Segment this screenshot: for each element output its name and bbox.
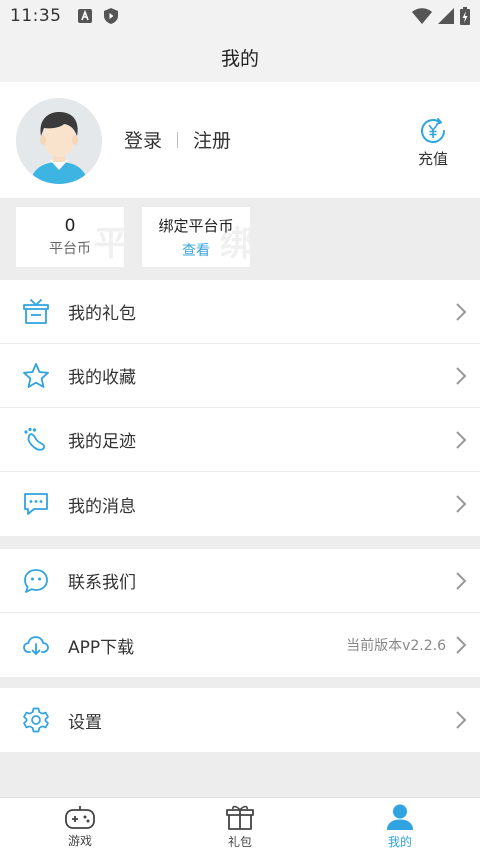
menu-item-contact[interactable]: 联系我们 xyxy=(0,549,480,613)
chevron-right-icon xyxy=(456,495,467,513)
status-bar: 11:35 xyxy=(0,0,480,32)
menu-item-app-download[interactable]: APP下载 当前版本v2.2.6 xyxy=(0,613,480,677)
tab-gifts[interactable]: 礼包 xyxy=(160,798,320,854)
message-bubble-icon xyxy=(24,493,48,515)
default-avatar-icon xyxy=(16,98,102,184)
watermark-decoration: 平 xyxy=(94,224,124,264)
gift-icon xyxy=(226,805,254,830)
menu-group-support: 联系我们 APP下载 当前版本v2.2.6 xyxy=(0,549,480,677)
battery-charging-icon xyxy=(460,7,470,25)
tab-label: 我的 xyxy=(387,834,412,849)
cloud-download-icon xyxy=(23,636,49,655)
bound-coin-card[interactable]: 绑 绑定平台币 查看 xyxy=(142,207,250,267)
menu-item-messages[interactable]: 我的消息 xyxy=(0,472,480,536)
tab-label: 游戏 xyxy=(67,833,92,848)
profile-card: 登录 注册 充值 xyxy=(0,82,480,198)
chevron-right-icon xyxy=(456,303,467,321)
wifi-icon xyxy=(412,8,432,24)
page-title: 我的 xyxy=(220,47,259,70)
page-header: 我的 xyxy=(0,32,480,82)
user-icon xyxy=(387,804,413,830)
platform-coin-value: 0 xyxy=(64,216,76,236)
chevron-right-icon xyxy=(456,636,467,654)
auth-links: 登录 注册 xyxy=(124,126,231,153)
tab-games[interactable]: 游戏 xyxy=(0,798,160,854)
chevron-right-icon xyxy=(456,572,467,590)
register-link[interactable]: 注册 xyxy=(193,126,231,153)
chat-bubble-icon xyxy=(24,569,48,593)
menu-item-settings[interactable]: 设置 xyxy=(0,688,480,752)
app-version-text: 当前版本v2.2.6 xyxy=(346,638,446,654)
menu-item-gift[interactable]: 我的礼包 xyxy=(0,280,480,344)
platform-coin-label: 平台币 xyxy=(49,241,91,257)
login-link[interactable]: 登录 xyxy=(124,126,162,153)
menu-item-favorites[interactable]: 我的收藏 xyxy=(0,344,480,408)
star-icon xyxy=(23,363,49,388)
menu-label: 我的收藏 xyxy=(68,368,136,388)
menu-label: 设置 xyxy=(68,712,102,733)
tab-label: 礼包 xyxy=(227,834,252,849)
menu-group-settings: 设置 xyxy=(0,688,480,752)
keyboard-a-icon xyxy=(77,9,92,23)
platform-coin-card[interactable]: 平 0 平台币 xyxy=(16,207,124,267)
chevron-right-icon xyxy=(456,431,467,449)
menu-group-personal: 我的礼包 我的收藏 我的足迹 我的消息 xyxy=(0,280,480,536)
recharge-label: 充值 xyxy=(417,150,448,168)
menu-label: APP下载 xyxy=(68,637,135,658)
chevron-right-icon xyxy=(456,711,467,729)
menu-label: 我的礼包 xyxy=(68,304,136,324)
recharge-button[interactable]: 充值 xyxy=(410,116,456,169)
divider xyxy=(177,131,179,148)
bottom-tab-bar: 游戏 礼包 我的 xyxy=(0,797,480,854)
status-time: 11:35 xyxy=(10,6,62,26)
menu-label: 联系我们 xyxy=(68,573,136,593)
menu-label: 我的足迹 xyxy=(68,432,136,452)
avatar[interactable] xyxy=(16,98,102,184)
bound-coin-label: 绑定平台币 xyxy=(158,216,234,235)
yuan-coin-icon xyxy=(421,118,445,143)
menu-item-footprints[interactable]: 我的足迹 xyxy=(0,408,480,472)
gamepad-icon xyxy=(65,805,95,829)
coins-section: 平 0 平台币 绑 绑定平台币 查看 xyxy=(0,198,480,280)
menu-label: 我的消息 xyxy=(68,496,136,517)
cell-signal-icon xyxy=(438,8,454,24)
bound-coin-view-link[interactable]: 查看 xyxy=(182,240,210,260)
footprint-icon xyxy=(24,427,45,451)
gear-icon xyxy=(23,707,49,733)
gift-box-icon xyxy=(23,299,49,324)
shield-play-icon xyxy=(103,8,118,24)
tab-mine[interactable]: 我的 xyxy=(320,798,480,854)
chevron-right-icon xyxy=(456,367,467,385)
